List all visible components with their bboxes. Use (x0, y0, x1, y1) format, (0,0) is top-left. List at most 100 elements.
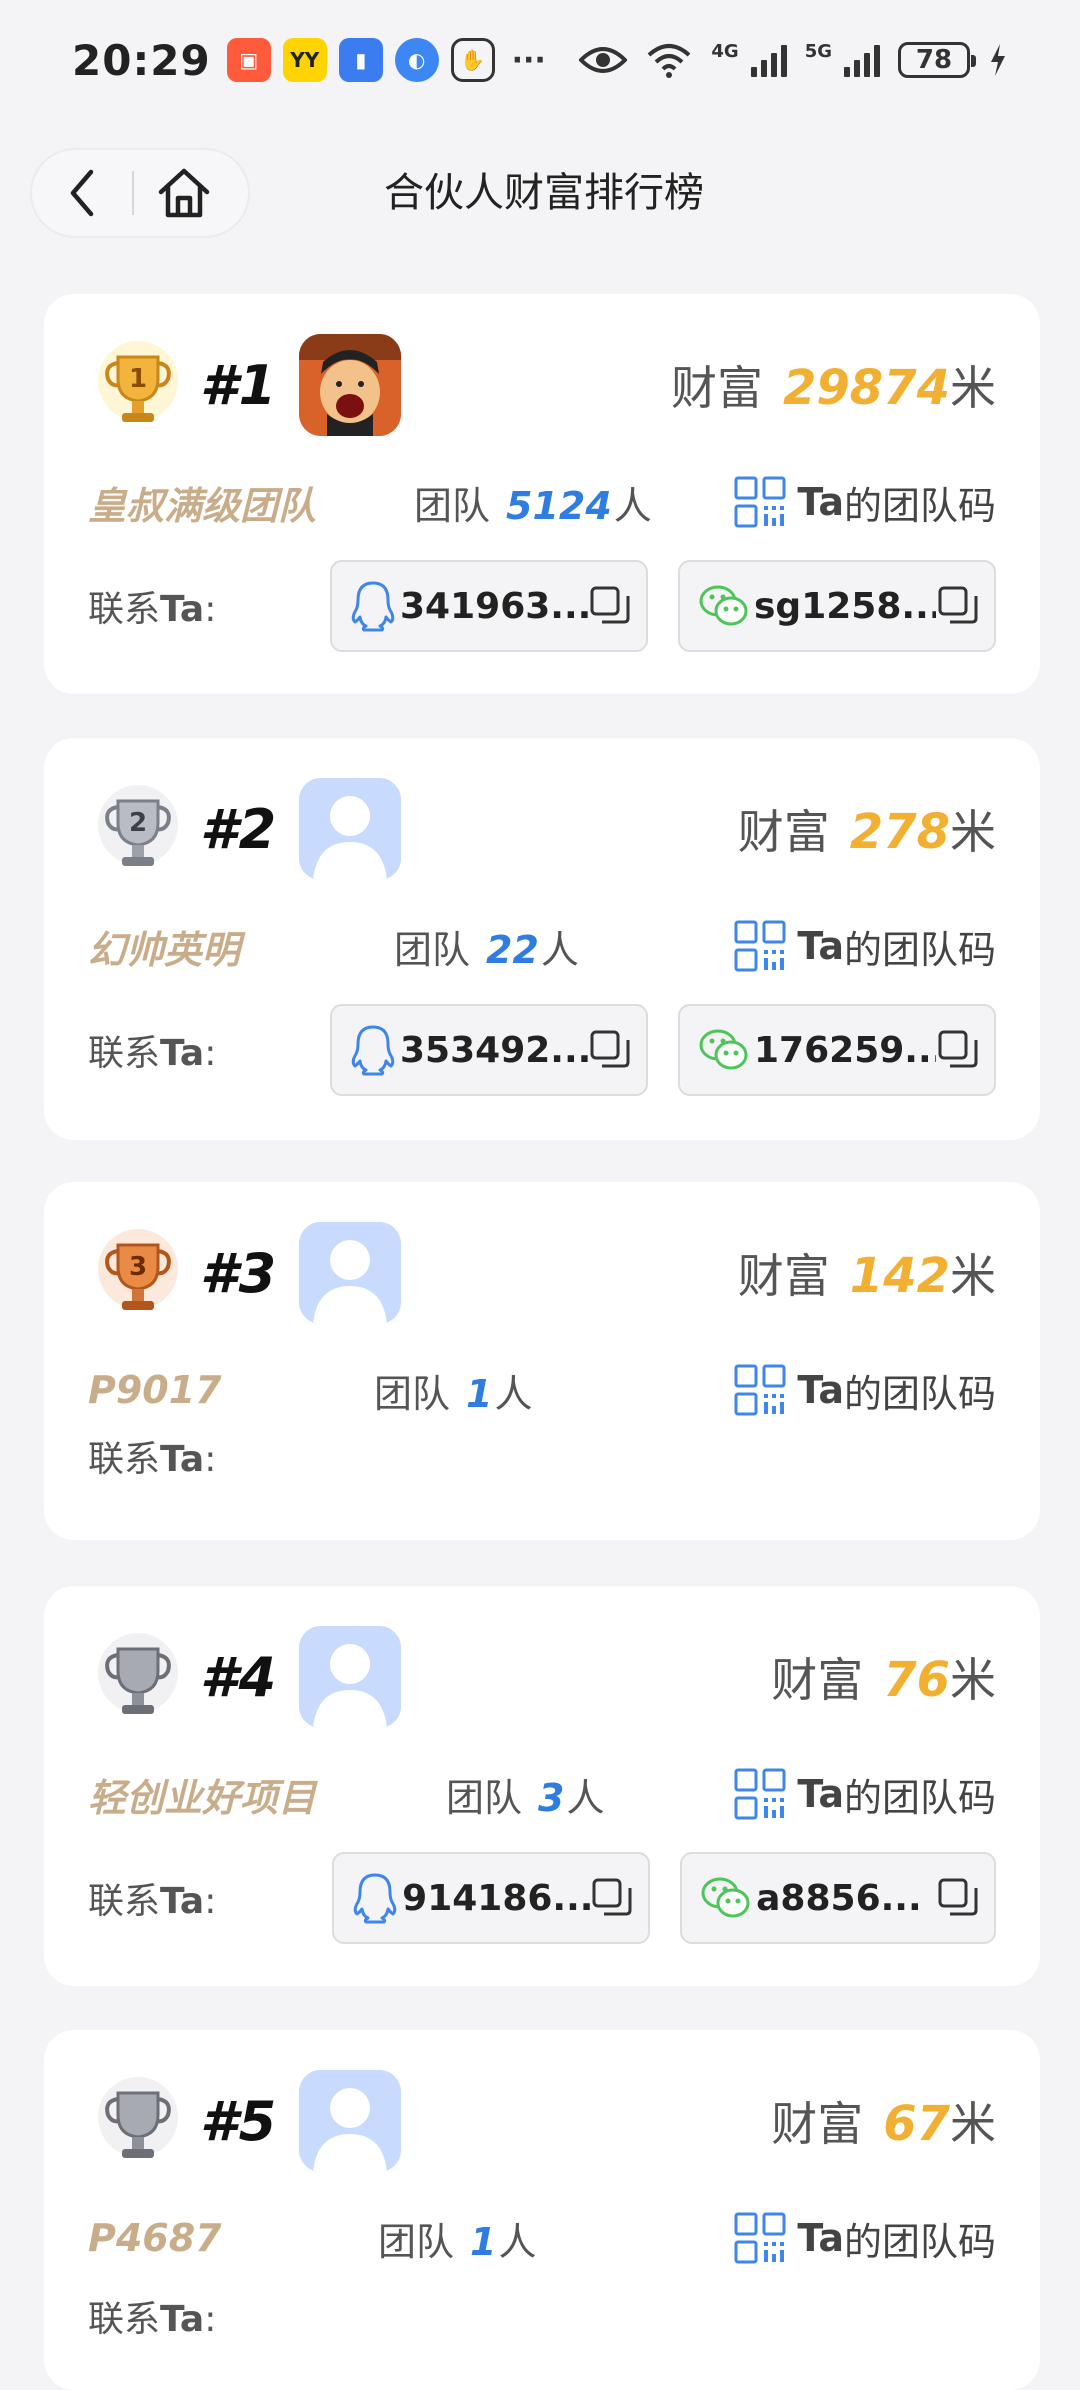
wealth-label: 财富 (737, 805, 830, 859)
qrcode-label: 的团队码 (843, 1371, 996, 1416)
qq-icon (353, 1873, 397, 1924)
contact-colon: : (204, 1033, 217, 1074)
team-unit: 人 (540, 927, 579, 972)
team-label: 团队 (414, 483, 491, 528)
team-name: P4687 (88, 2216, 222, 2260)
qrcode-ta: Ta (797, 1368, 844, 1412)
qrcode-ta: Ta (797, 480, 844, 524)
team-unit: 人 (498, 2219, 537, 2264)
team-qrcode-button[interactable]: Ta 的团队码 (733, 1363, 996, 1418)
team-unit: 人 (494, 1371, 533, 1416)
team-count: 3 (538, 1775, 565, 1820)
wealth-label: 财富 (671, 361, 763, 415)
kuaishou-app-icon: ▣ (226, 38, 271, 82)
avatar[interactable] (299, 334, 402, 436)
contact-ta: Ta (160, 1881, 205, 1922)
signal-icon-2 (844, 43, 880, 77)
wechat-contact-chip[interactable]: sg1258... (678, 560, 996, 652)
wealth-value: 财富 67 米 (771, 2088, 996, 2154)
team-name: P9017 (88, 1368, 222, 1412)
avatar[interactable] (299, 1626, 402, 1728)
wifi-icon (648, 44, 691, 78)
wealth-label: 财富 (771, 2097, 864, 2151)
wechat-contact-chip[interactable]: 176259... (678, 1004, 996, 1096)
contact-ta: Ta (160, 2299, 205, 2340)
qrcode-label: 的团队码 (843, 1775, 996, 1820)
team-qrcode-button[interactable]: Ta 的团队码 (733, 475, 996, 530)
avatar[interactable] (299, 778, 402, 880)
rank-card-5[interactable]: #5 财富 67 米 P4687 团队 1 人 Ta 的团队码 联系Ta: (44, 2030, 1040, 2390)
contact-prefix: 联系 (88, 589, 161, 630)
team-size: 团队 3 人 (446, 1767, 604, 1822)
team-size: 团队 22 人 (394, 919, 579, 974)
rank-card-1[interactable]: 1 #1 财富 29874 米 皇叔满级团队 团队 5124 人 Ta 的团队码 联系Ta… (44, 294, 1040, 694)
qq-number: 914186... (402, 1877, 591, 1919)
copy-icon[interactable] (590, 1876, 634, 1920)
wealth-amount: 67 (883, 2096, 950, 2152)
team-qrcode-button[interactable]: Ta 的团队码 (733, 919, 996, 974)
wealth-amount: 29874 (783, 360, 950, 416)
user-avatar-image (299, 334, 402, 436)
qrcode-ta: Ta (797, 924, 844, 968)
rank-number: #1 (200, 353, 278, 417)
qq-contact-chip[interactable]: 341963... (330, 560, 648, 652)
qq-number: 353492... (400, 1029, 588, 1071)
status-bar: 20:29 ▣ YY ▮ ◐ ✋ ··· 4G 5G 78 (0, 0, 1080, 120)
rank-card-2[interactable]: 2 #2 财富 278 米 幻帅英明 团队 22 人 Ta 的团队码 联系Ta: 3534… (44, 738, 1040, 1140)
yy-app-icon: YY (282, 38, 327, 82)
avatar[interactable] (299, 1222, 402, 1324)
page-title: 合伙人财富排行榜 (0, 160, 1080, 218)
qrcode-ta: Ta (797, 2216, 844, 2260)
team-qrcode-button[interactable]: Ta 的团队码 (733, 1767, 996, 1822)
contact-colon: : (204, 1439, 217, 1480)
rank-card-4[interactable]: #4 财富 76 米 轻创业好项目 团队 3 人 Ta 的团队码 联系Ta: 914186… (44, 1586, 1040, 1986)
browser-app-icon: ◐ (394, 38, 439, 82)
copy-icon[interactable] (936, 1876, 980, 1920)
contact-ta: Ta (160, 1439, 205, 1480)
team-count: 1 (466, 1371, 493, 1416)
silver-trophy-icon: 2 (98, 785, 178, 866)
wealth-amount: 278 (849, 804, 950, 860)
contact-ta: Ta (160, 589, 205, 630)
grey-trophy-icon (98, 1633, 178, 1714)
avatar[interactable] (299, 2070, 402, 2172)
qrcode-ta: Ta (797, 1772, 844, 1816)
rank-number: #4 (200, 1645, 278, 1709)
qrcode-icon (734, 920, 786, 972)
gold-trophy-icon: 1 (98, 341, 178, 422)
team-name: 皇叔满级团队 (88, 483, 317, 528)
team-label: 团队 (394, 927, 471, 972)
qrcode-label: 的团队码 (843, 2219, 996, 2264)
qrcode-icon (734, 2212, 786, 2264)
copy-icon[interactable] (936, 584, 980, 628)
qrcode-icon (734, 1364, 786, 1416)
team-count: 22 (486, 927, 539, 972)
contact-label: 联系Ta: (88, 580, 330, 632)
qrcode-icon (734, 1768, 786, 1820)
contact-colon: : (204, 589, 217, 630)
qq-contact-chip[interactable]: 353492... (330, 1004, 648, 1096)
team-label: 团队 (374, 1371, 451, 1416)
contact-ta: Ta (160, 1033, 205, 1074)
copy-icon[interactable] (588, 1028, 632, 1072)
wechat-contact-chip[interactable]: a8856... (680, 1852, 996, 1944)
qq-contact-chip[interactable]: 914186... (332, 1852, 651, 1944)
wealth-label: 财富 (771, 1653, 864, 1707)
team-qrcode-button[interactable]: Ta 的团队码 (733, 2211, 996, 2266)
team-label: 团队 (378, 2219, 455, 2264)
contact-label: 联系Ta: (88, 1024, 330, 1076)
default-avatar-icon (299, 778, 402, 880)
rank-card-3[interactable]: 3 #3 财富 142 米 P9017 团队 1 人 Ta 的团队码 联系Ta: (44, 1182, 1040, 1540)
copy-icon[interactable] (936, 1028, 980, 1072)
contact-colon: : (204, 1881, 217, 1922)
rank-number: #2 (200, 797, 278, 861)
copy-icon[interactable] (588, 584, 632, 628)
wealth-value: 财富 142 米 (738, 1240, 996, 1306)
default-avatar-icon (299, 2070, 402, 2172)
rank-number: #3 (200, 1241, 278, 1305)
wechat-id: 176259... (754, 1029, 936, 1071)
wealth-unit: 米 (950, 805, 996, 859)
qq-number: 341963... (400, 585, 588, 627)
team-name: 轻创业好项目 (88, 1775, 317, 1820)
qq-icon (351, 1025, 395, 1076)
